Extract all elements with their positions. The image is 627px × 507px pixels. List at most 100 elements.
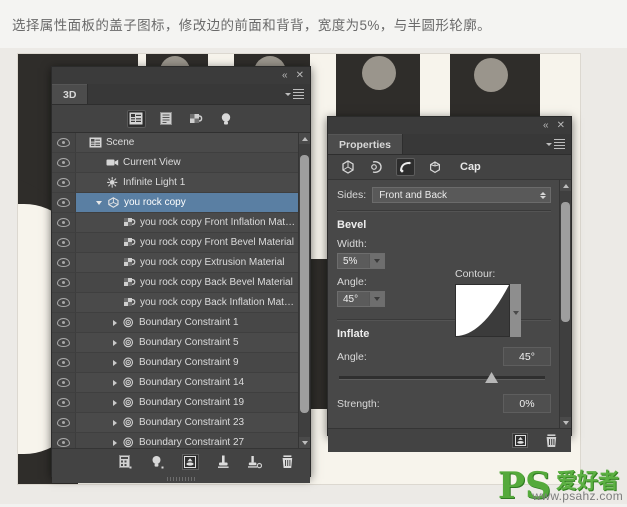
twisty-open-icon[interactable]	[96, 201, 102, 205]
tab-properties[interactable]: Properties	[328, 134, 402, 154]
scene-tree[interactable]: SceneCurrent ViewInfinite Light 1you roc…	[52, 133, 299, 448]
close-icon[interactable]: ✕	[557, 121, 565, 131]
twisty-closed-icon[interactable]	[113, 380, 117, 386]
visibility-eye-icon[interactable]	[52, 213, 76, 232]
twisty-closed-icon[interactable]	[113, 360, 117, 366]
scrollbar-up-arrow[interactable]	[560, 180, 571, 191]
tab-3d[interactable]: 3D	[52, 84, 87, 104]
chevron-down-icon[interactable]	[369, 292, 384, 306]
collapse-icon[interactable]: «	[282, 71, 288, 81]
twisty-closed-icon[interactable]	[113, 340, 117, 346]
cap-properties-icon[interactable]	[396, 158, 415, 176]
visibility-eye-icon[interactable]	[52, 273, 76, 292]
scrollbar-down-arrow[interactable]	[299, 437, 310, 448]
inflate-angle-input[interactable]: 45°	[503, 347, 551, 366]
tree-row-label: Boundary Constraint 23	[135, 417, 244, 428]
inflate-strength-input[interactable]: 0%	[503, 394, 551, 413]
tree-row-selected[interactable]: you rock copy	[52, 193, 299, 213]
bevel-angle-value: 45°	[343, 294, 358, 305]
sides-select[interactable]: Front and Back	[372, 187, 551, 203]
visibility-eye-icon[interactable]	[52, 173, 76, 192]
new-light-icon[interactable]	[150, 454, 165, 469]
contour-dropdown[interactable]	[510, 284, 521, 337]
scene-filter-icon[interactable]	[127, 110, 146, 128]
scrollbar-up-arrow[interactable]	[299, 133, 310, 144]
tree-row[interactable]: Boundary Constraint 23	[52, 413, 299, 433]
new-mesh-icon[interactable]	[118, 454, 133, 469]
materials-filter-icon[interactable]	[187, 110, 206, 128]
constraint-icon	[121, 437, 135, 449]
tree-row-label: Boundary Constraint 14	[135, 377, 244, 388]
bevel-width-input[interactable]: 5%	[337, 253, 385, 269]
panel-3d-tab-filler	[87, 84, 310, 104]
visibility-eye-icon[interactable]	[52, 373, 76, 392]
panel-resize-grip[interactable]	[52, 474, 310, 483]
tree-row[interactable]: Boundary Constraint 1	[52, 313, 299, 333]
visibility-eye-icon[interactable]	[52, 153, 76, 172]
delete-icon[interactable]	[544, 433, 559, 448]
panel-menu-icon[interactable]	[546, 139, 565, 149]
tree-row[interactable]: you rock copy Back Bevel Material	[52, 273, 299, 293]
inflate-angle-slider[interactable]	[337, 372, 551, 384]
delete-icon[interactable]	[280, 454, 295, 469]
mesh-properties-icon[interactable]	[338, 158, 357, 176]
visibility-eye-icon[interactable]	[52, 253, 76, 272]
add-constraint-icon[interactable]	[216, 454, 231, 469]
mesh-filter-icon[interactable]	[157, 110, 176, 128]
visibility-eye-icon[interactable]	[52, 333, 76, 352]
tree-row[interactable]: Infinite Light 1	[52, 173, 299, 193]
deform-properties-icon[interactable]	[367, 158, 386, 176]
render-icon[interactable]	[512, 433, 528, 448]
coordinates-properties-icon[interactable]	[425, 158, 444, 176]
visibility-eye-icon[interactable]	[52, 413, 76, 432]
scrollbar-thumb[interactable]	[561, 202, 570, 322]
visibility-eye-icon[interactable]	[52, 233, 76, 252]
constraint-icon	[121, 317, 135, 329]
contour-preview[interactable]	[455, 284, 510, 337]
tree-row[interactable]: Scene	[52, 133, 299, 153]
bevel-section-title: Bevel	[337, 219, 551, 231]
bevel-angle-input[interactable]: 45°	[337, 291, 385, 307]
visibility-eye-icon[interactable]	[52, 433, 76, 448]
tree-row[interactable]: Current View	[52, 153, 299, 173]
visibility-eye-icon[interactable]	[52, 353, 76, 372]
scene-tree-scrollbar[interactable]	[298, 133, 310, 448]
panel-menu-icon[interactable]	[285, 89, 304, 99]
close-icon[interactable]: ✕	[296, 71, 304, 81]
properties-scrollbar[interactable]	[559, 180, 571, 428]
chevron-down-icon[interactable]	[369, 254, 384, 268]
contour-label: Contour:	[455, 268, 521, 280]
collapse-icon[interactable]: «	[543, 121, 549, 131]
split-constraint-icon[interactable]	[248, 454, 263, 469]
twisty-closed-icon[interactable]	[113, 320, 117, 326]
visibility-eye-icon[interactable]	[52, 193, 76, 212]
visibility-eye-icon[interactable]	[52, 133, 76, 152]
lights-filter-icon[interactable]	[217, 110, 236, 128]
twisty-closed-icon[interactable]	[113, 400, 117, 406]
tree-row[interactable]: you rock copy Front Inflation Material	[52, 213, 299, 233]
art-dot-4	[474, 58, 508, 92]
light-icon	[105, 177, 119, 189]
visibility-eye-icon[interactable]	[52, 313, 76, 332]
constraint-icon	[121, 377, 135, 389]
bevel-width-label: Width:	[337, 238, 437, 250]
twisty-closed-icon[interactable]	[113, 420, 117, 426]
twisty-closed-icon[interactable]	[113, 440, 117, 446]
tree-row[interactable]: you rock copy Back Inflation Material	[52, 293, 299, 313]
tree-row[interactable]: Boundary Constraint 9	[52, 353, 299, 373]
visibility-eye-icon[interactable]	[52, 293, 76, 312]
tree-row[interactable]: Boundary Constraint 27	[52, 433, 299, 448]
tree-row-label: Scene	[102, 137, 134, 148]
visibility-eye-icon[interactable]	[52, 393, 76, 412]
constraint-icon	[121, 397, 135, 409]
tree-row[interactable]: Boundary Constraint 5	[52, 333, 299, 353]
tree-row[interactable]: Boundary Constraint 19	[52, 393, 299, 413]
material-icon	[122, 237, 136, 249]
tree-row[interactable]: Boundary Constraint 14	[52, 373, 299, 393]
tree-row[interactable]: you rock copy Front Bevel Material	[52, 233, 299, 253]
scrollbar-down-arrow[interactable]	[560, 417, 571, 428]
panel-properties-tab-filler	[402, 134, 571, 154]
tree-row[interactable]: you rock copy Extrusion Material	[52, 253, 299, 273]
ground-shadow-icon[interactable]	[182, 454, 199, 470]
scrollbar-thumb[interactable]	[300, 155, 309, 413]
